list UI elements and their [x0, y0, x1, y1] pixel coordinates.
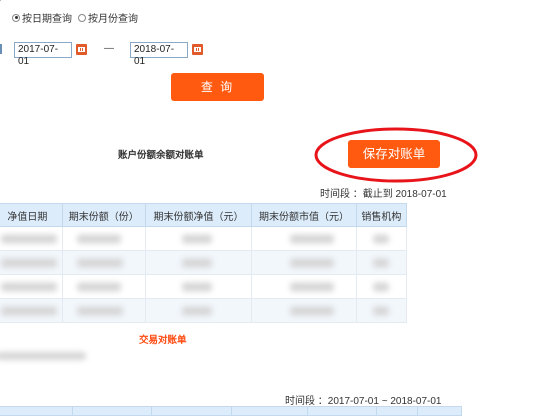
blurred-cell	[181, 306, 212, 315]
col-end-nav: 期末份额净值（元）	[144, 203, 253, 227]
blurred-cell	[290, 258, 335, 267]
blurred-cell	[76, 282, 121, 291]
radio-by-date-label: 按日期查询	[22, 14, 72, 25]
label-fragment: ъ	[0, 0, 1, 4]
blurred-cell	[76, 258, 123, 267]
query-button[interactable]: 查 询	[171, 73, 264, 101]
end-calendar-icon[interactable]	[192, 44, 203, 55]
blurred-cell	[290, 306, 335, 315]
blurred-cell	[76, 306, 123, 315]
blurred-cell	[1, 282, 57, 291]
blurred-cell	[290, 282, 335, 291]
blurred-cell	[1, 258, 57, 267]
col-end-market-value: 期末份额市值（元）	[251, 203, 357, 227]
table-header-row: 净值日期 期末份额（份） 期末份额净值（元） 期末份额市值（元） 销售机构	[0, 203, 408, 227]
transaction-statement-title: 交易对账单	[139, 335, 187, 346]
blurred-cell	[290, 234, 335, 243]
query-mode-group: ： 按日期查询 按月份查询	[0, 10, 138, 25]
balance-table: 净值日期 期末份额（份） 期末份额净值（元） 期末份额市值（元） 销售机构	[0, 203, 408, 323]
table-row	[0, 274, 408, 299]
blurred-cell	[372, 258, 389, 267]
start-calendar-icon[interactable]	[76, 44, 87, 55]
blurred-cell	[181, 258, 212, 267]
highlight-circle	[314, 127, 478, 183]
end-date-input[interactable]: 2018-07-01	[130, 42, 188, 67]
blurred-cell	[76, 234, 121, 243]
radio-by-date[interactable]: 按日期查询	[12, 10, 72, 25]
blurred-cell	[181, 282, 212, 291]
date-separator: —	[104, 43, 114, 54]
balance-period-label: 时间段 ：截止到 2018-07-01	[320, 189, 447, 200]
blurred-cell	[372, 282, 389, 291]
radio-by-month-label: 按月份查询	[88, 14, 138, 25]
col-nav-date: 净值日期	[0, 203, 63, 227]
table-row	[0, 298, 408, 323]
blurred-text	[0, 352, 86, 360]
radio-dot-icon	[12, 13, 20, 22]
start-date-input[interactable]: 2017-07-01	[14, 42, 72, 67]
table-header-row	[0, 406, 463, 416]
table-row	[0, 250, 408, 275]
radio-by-month[interactable]: 按月份查询	[78, 10, 138, 25]
blurred-cell	[372, 306, 389, 315]
transaction-period-label: 时间段 ：2017-07-01 ~ 2018-07-01	[285, 396, 442, 407]
table-row	[0, 226, 408, 251]
balance-statement-title: 账户份额余额对账单	[118, 150, 204, 161]
label-colon: ：	[0, 10, 6, 25]
blurred-cell	[181, 234, 212, 243]
radio-dot-icon	[78, 13, 86, 22]
col-end-shares: 期末份额（份）	[61, 203, 146, 227]
edge-mark	[0, 44, 2, 54]
col-sales-agency: 销售机构	[355, 203, 408, 227]
blurred-cell	[372, 234, 389, 243]
blurred-cell	[1, 234, 57, 243]
blurred-cell	[1, 306, 57, 315]
